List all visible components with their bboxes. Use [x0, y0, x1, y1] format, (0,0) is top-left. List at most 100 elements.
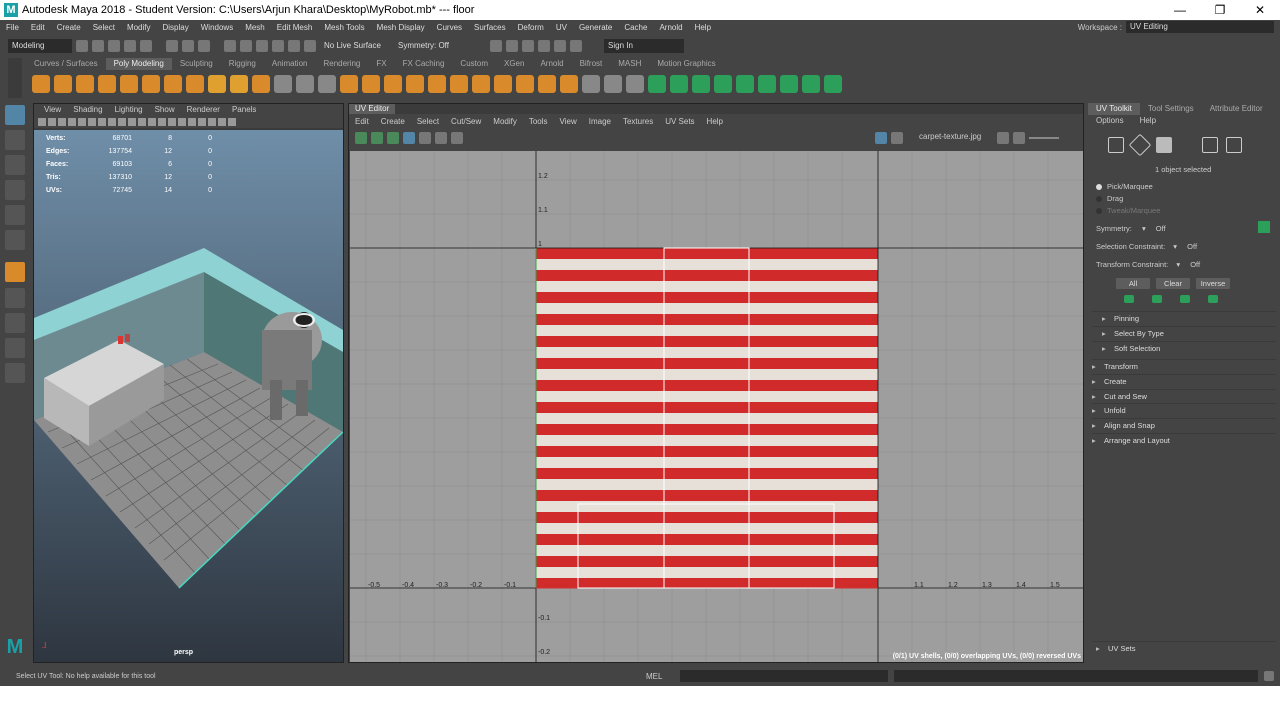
edge-loop-icon[interactable]: [538, 75, 556, 93]
lattice-icon[interactable]: [626, 75, 644, 93]
section-arrange-and-layout[interactable]: ▸ Arrange and Layout: [1092, 433, 1276, 447]
gate-mask-icon[interactable]: [108, 118, 116, 126]
render-frame-icon[interactable]: [506, 40, 518, 52]
live-surface-field[interactable]: No Live Surface: [320, 39, 390, 53]
lights-icon[interactable]: [168, 118, 176, 126]
select-shortest-edge-icon[interactable]: [1208, 295, 1218, 303]
menu-deform[interactable]: Deform: [512, 23, 550, 32]
separate-icon[interactable]: [296, 75, 314, 93]
uv-checker-icon[interactable]: [824, 75, 842, 93]
mel-command-input[interactable]: [680, 670, 888, 682]
exposure-icon[interactable]: [997, 132, 1009, 144]
svg-icon[interactable]: [252, 75, 270, 93]
symmetry-dropdown[interactable]: Symmetry: Off: [394, 39, 468, 53]
shadows-icon[interactable]: [178, 118, 186, 126]
uv-mode-vertex-icon[interactable]: [1108, 137, 1124, 153]
mode-drag[interactable]: Drag: [1096, 194, 1123, 203]
menu-arnold[interactable]: Arnold: [653, 23, 688, 32]
bookmark-icon[interactable]: [58, 118, 66, 126]
snap-view-icon[interactable]: [272, 40, 284, 52]
select-all-button[interactable]: All: [1116, 278, 1150, 289]
show-image-icon[interactable]: [403, 132, 415, 144]
checker-icon[interactable]: [891, 132, 903, 144]
uv-menu-textures[interactable]: Textures: [617, 117, 659, 126]
undo-icon[interactable]: [124, 40, 136, 52]
depth-of-field-icon[interactable]: [208, 118, 216, 126]
exposure-slider[interactable]: [1029, 137, 1059, 139]
viewport-menu-view[interactable]: View: [38, 104, 67, 116]
texture-name[interactable]: carpet-texture.jpg: [919, 132, 981, 141]
section-cut-and-sew[interactable]: ▸ Cut and Sew: [1092, 389, 1276, 403]
viewport-menu-show[interactable]: Show: [149, 104, 181, 116]
uv-editor-tab[interactable]: UV Editor: [349, 104, 396, 114]
ambient-occlusion-icon[interactable]: [188, 118, 196, 126]
uv-toolkit-options[interactable]: Options: [1088, 115, 1132, 127]
sculpt-icon[interactable]: [582, 75, 600, 93]
shrink-selection-icon[interactable]: [1152, 295, 1162, 303]
shelf-tab-mash[interactable]: MASH: [610, 58, 649, 70]
snapshot-icon[interactable]: [435, 132, 447, 144]
resolution-gate-icon[interactable]: [98, 118, 106, 126]
render-view-icon[interactable]: [490, 40, 502, 52]
section-select-by-type[interactable]: ▸ Select By Type: [1092, 326, 1276, 340]
snap-vertex-icon[interactable]: [304, 40, 316, 52]
wireframe-icon[interactable]: [138, 118, 146, 126]
spherical-map-icon[interactable]: [692, 75, 710, 93]
grow-selection-icon[interactable]: [1124, 295, 1134, 303]
menu-help[interactable]: Help: [689, 23, 717, 32]
uv-menu-modify[interactable]: Modify: [487, 117, 523, 126]
uv-edge-icon[interactable]: [371, 132, 383, 144]
move-tool-icon[interactable]: [5, 180, 25, 200]
rotate-tool-icon[interactable]: [5, 205, 25, 225]
smooth-icon[interactable]: [318, 75, 336, 93]
mode-pick-marquee[interactable]: Pick/Marquee: [1096, 182, 1153, 191]
render-pause-icon[interactable]: [570, 40, 582, 52]
uv-mode-edge-icon[interactable]: [1128, 133, 1152, 157]
viewport-menu-shading[interactable]: Shading: [67, 104, 108, 116]
section-align-and-snap[interactable]: ▸ Align and Snap: [1092, 418, 1276, 432]
mirror-icon[interactable]: [362, 75, 380, 93]
maximize-button[interactable]: ❐: [1200, 0, 1240, 20]
uv-sew-icon[interactable]: [802, 75, 820, 93]
bridge-icon[interactable]: [384, 75, 402, 93]
antialias-icon[interactable]: [198, 118, 206, 126]
field-chart-icon[interactable]: [118, 118, 126, 126]
section-uv-sets[interactable]: ▸ UV Sets: [1092, 641, 1276, 655]
poly-cube-icon[interactable]: [54, 75, 72, 93]
menu-file[interactable]: File: [0, 23, 25, 32]
snap-curve-icon[interactable]: [240, 40, 252, 52]
menu-mesh-tools[interactable]: Mesh Tools: [318, 23, 370, 32]
section-soft-selection[interactable]: ▸ Soft Selection: [1092, 341, 1276, 355]
mel-label[interactable]: MEL: [646, 672, 680, 681]
new-scene-icon[interactable]: [76, 40, 88, 52]
render-settings-icon[interactable]: [538, 40, 550, 52]
target-weld-icon[interactable]: [516, 75, 534, 93]
menu-select[interactable]: Select: [87, 23, 121, 32]
redo-icon[interactable]: [140, 40, 152, 52]
shelf-tab-poly-modeling[interactable]: Poly Modeling: [105, 58, 172, 70]
image-plane-icon[interactable]: [68, 118, 76, 126]
minimize-button[interactable]: —: [1160, 0, 1200, 20]
poly-torus-icon[interactable]: [120, 75, 138, 93]
poly-sphere-icon[interactable]: [32, 75, 50, 93]
shelf-tab-motion-graphics[interactable]: Motion Graphics: [649, 58, 723, 70]
film-gate-icon[interactable]: [88, 118, 96, 126]
camera-icon[interactable]: [38, 118, 46, 126]
menu-windows[interactable]: Windows: [195, 23, 239, 32]
gamma-icon[interactable]: [1013, 132, 1025, 144]
menu-edit[interactable]: Edit: [25, 23, 51, 32]
mode-tweak-marquee[interactable]: Tweak/Marquee: [1096, 206, 1160, 215]
uv-canvas[interactable]: -0.5 -0.4 -0.3 -0.2 -0.1 1.1 1.2 1.3 1.4…: [350, 151, 1083, 662]
poly-cylinder-icon[interactable]: [76, 75, 94, 93]
section-unfold[interactable]: ▸ Unfold: [1092, 403, 1276, 417]
uv-mode-face-icon[interactable]: [1156, 137, 1172, 153]
select-tool-icon[interactable]: [5, 105, 25, 125]
shelf-tab-rendering[interactable]: Rendering: [315, 58, 368, 70]
transform-constraint-value[interactable]: Off: [1190, 260, 1200, 269]
uv-shell-icon[interactable]: [355, 132, 367, 144]
append-polygon-icon[interactable]: [472, 75, 490, 93]
type-icon[interactable]: [230, 75, 248, 93]
uv-unfold-icon[interactable]: [736, 75, 754, 93]
workspace-dropdown[interactable]: UV Editing: [1126, 21, 1274, 33]
two-pane-layout-icon[interactable]: [5, 338, 25, 358]
